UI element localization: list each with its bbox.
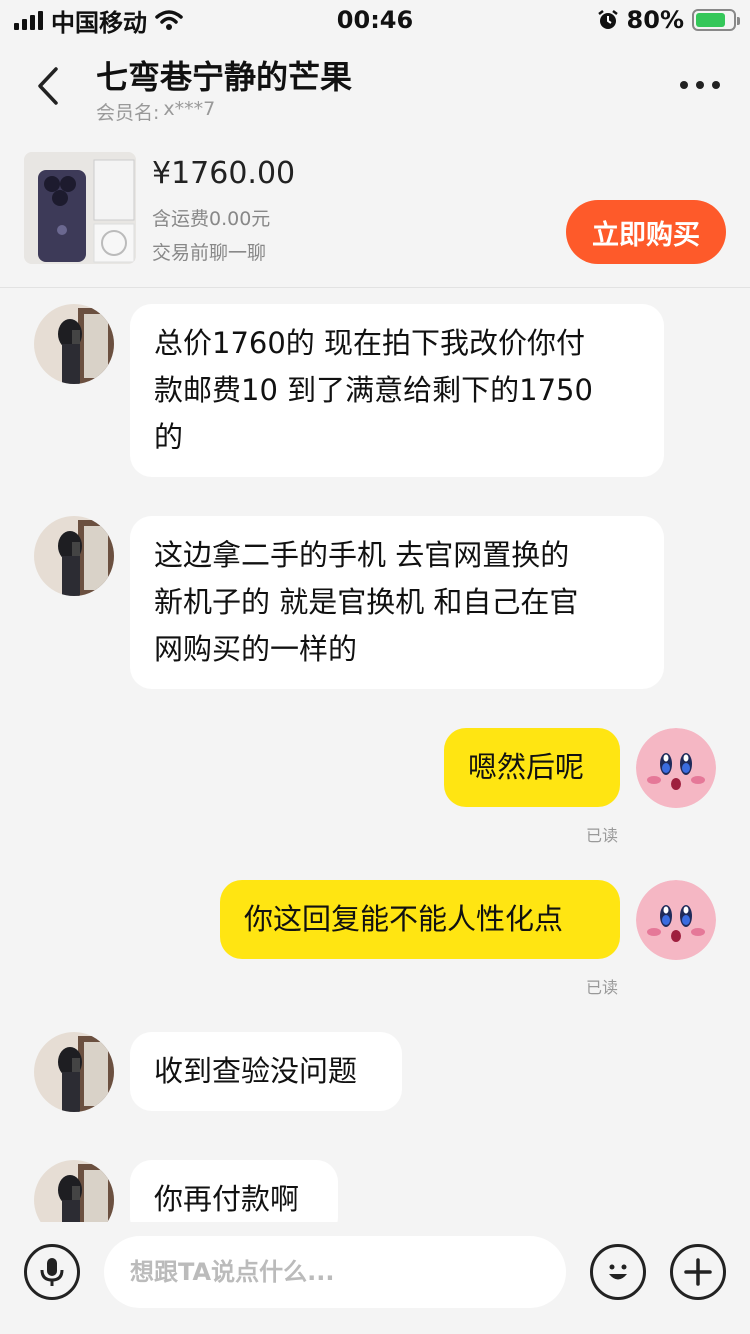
message-line: 你这回复能不能人性化点 <box>244 902 564 936</box>
input-bar <box>0 1222 750 1334</box>
message-line: 网购买的一样的 <box>154 632 358 666</box>
message-line: 嗯然后呢 <box>468 750 585 784</box>
voice-button[interactable] <box>24 1244 80 1300</box>
member-info: 会员名: x***7 <box>96 98 215 125</box>
chat-bubble-received[interactable]: 你再付款啊 <box>130 1160 338 1222</box>
member-label: 会员名: <box>96 102 160 124</box>
chat-hint: 交易前聊一聊 <box>152 242 267 264</box>
back-button[interactable] <box>30 62 66 110</box>
status-right: 80% <box>597 6 740 34</box>
battery-fill <box>696 13 725 27</box>
message-line: 款邮费10 到了满意给剩下的1750 <box>154 373 593 407</box>
chat-bubble-sent[interactable]: 你这回复能不能人性化点 <box>220 880 620 959</box>
chat-bubble-received[interactable]: 总价1760的 现在拍下我改价你付 款邮费10 到了满意给剩下的1750 的 <box>130 304 664 477</box>
product-thumbnail[interactable] <box>24 152 136 264</box>
status-bar: 中国移动 00:46 80% <box>0 0 750 40</box>
message-line: 新机子的 就是官换机 和自己在官 <box>154 585 579 619</box>
message-line: 的 <box>154 420 184 454</box>
alarm-icon <box>597 10 618 29</box>
read-receipt: 已读 <box>586 978 619 997</box>
seller-avatar[interactable] <box>34 516 114 596</box>
emoji-button[interactable] <box>590 1244 646 1300</box>
product-price: ¥1760.00 <box>152 156 296 191</box>
more-dot <box>712 81 720 89</box>
seller-avatar[interactable] <box>34 1032 114 1112</box>
more-dot <box>696 81 704 89</box>
member-id: x***7 <box>163 98 216 120</box>
plus-button[interactable] <box>670 1244 726 1300</box>
cellular-signal-icon <box>14 10 43 30</box>
microphone-icon <box>40 1258 64 1286</box>
chat-bubble-received[interactable]: 这边拿二手的手机 去官网置换的 新机子的 就是官换机 和自己在官 网购买的一样的 <box>130 516 664 689</box>
wifi-icon <box>155 10 183 30</box>
my-avatar[interactable] <box>636 728 716 808</box>
message-line: 总价1760的 现在拍下我改价你付 <box>154 326 586 360</box>
product-card[interactable]: ¥1760.00 含运费0.00元 交易前聊一聊 立即购买 <box>0 140 750 288</box>
chevron-left-icon <box>38 67 58 105</box>
my-avatar[interactable] <box>636 880 716 960</box>
chat-title: 七弯巷宁静的芒果 <box>96 58 353 96</box>
message-list[interactable]: 总价1760的 现在拍下我改价你付 款邮费10 到了满意给剩下的1750 的 这… <box>0 290 750 1222</box>
carrier-name: 中国移动 <box>51 8 147 37</box>
seller-avatar[interactable] <box>34 304 114 384</box>
more-dot <box>680 81 688 89</box>
plus-icon <box>684 1258 712 1286</box>
message-line: 收到查验没问题 <box>154 1054 358 1088</box>
chat-bubble-received[interactable]: 收到查验没问题 <box>130 1032 402 1111</box>
battery-icon <box>692 9 740 31</box>
status-left: 中国移动 <box>14 3 183 38</box>
chat-bubble-sent[interactable]: 嗯然后呢 <box>444 728 620 807</box>
emoji-icon <box>609 1264 627 1280</box>
chat-header: 七弯巷宁静的芒果 会员名: x***7 <box>0 40 750 130</box>
read-receipt: 已读 <box>586 826 619 845</box>
message-input[interactable] <box>104 1236 566 1308</box>
shipping-info: 含运费0.00元 <box>152 208 271 230</box>
battery-percent: 80% <box>626 6 684 34</box>
more-options-button[interactable] <box>680 70 720 100</box>
message-line: 这边拿二手的手机 去官网置换的 <box>154 538 570 572</box>
message-line: 你再付款啊 <box>154 1182 300 1216</box>
seller-avatar[interactable] <box>34 1160 114 1222</box>
buy-now-button[interactable]: 立即购买 <box>566 200 726 264</box>
